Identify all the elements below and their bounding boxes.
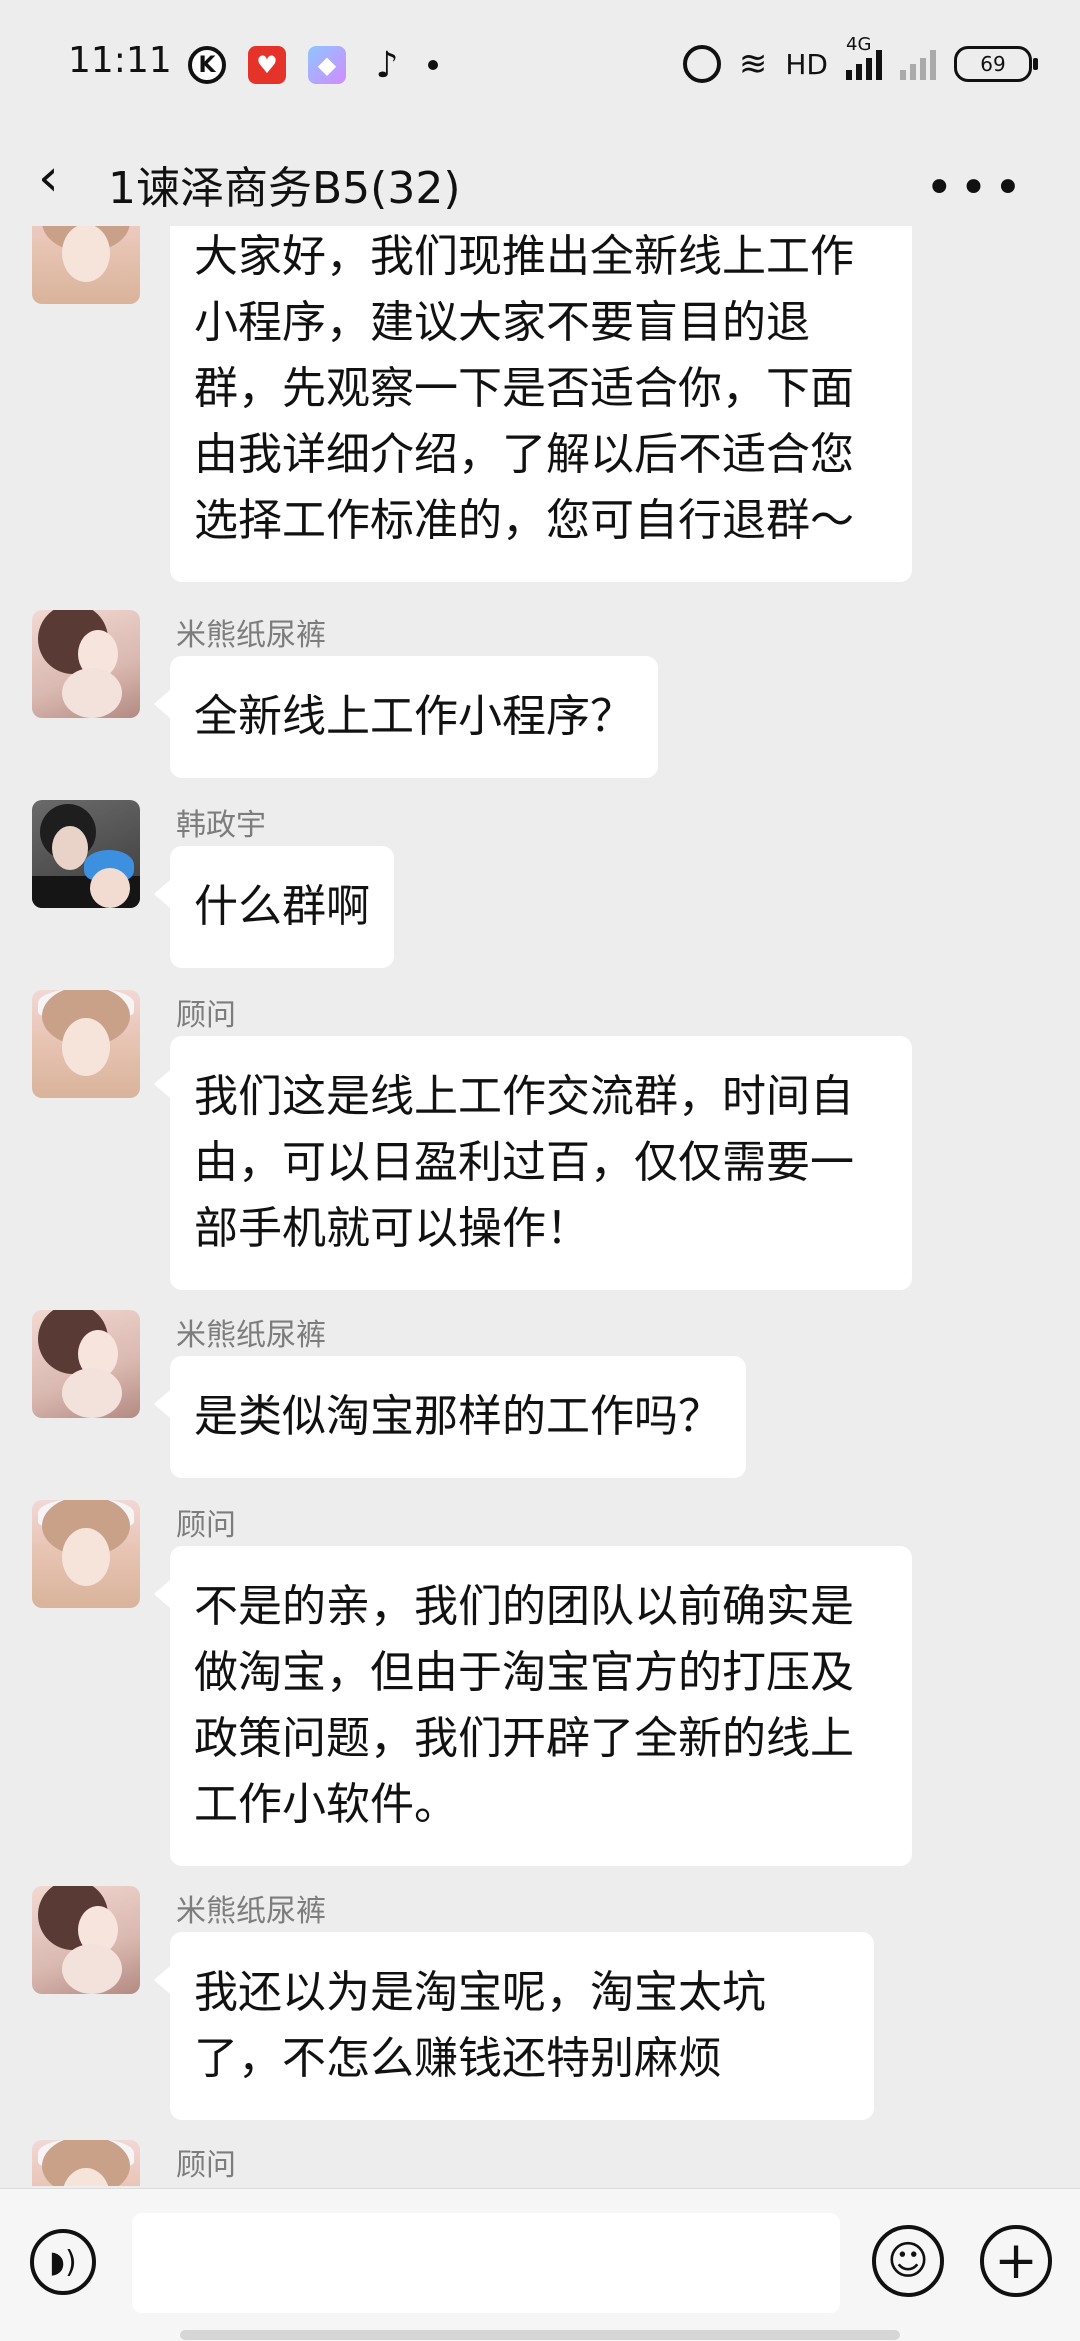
notification-icons: K ♥ ◆ ♪	[188, 44, 438, 86]
wifi-icon: ≋	[738, 44, 768, 84]
avatar[interactable]	[32, 2140, 140, 2186]
message-list[interactable]: 大家好，我们现推出全新线上工作小程序，建议大家不要盲目的退群，先观察一下是否适合…	[0, 226, 1080, 2186]
sender-name: 韩政宇	[176, 808, 266, 843]
sender-name: 米熊纸尿裤	[176, 1894, 326, 1929]
status-time: 11:11	[68, 40, 172, 81]
plus-icon[interactable]: +	[980, 2225, 1052, 2297]
sender-name: 顾问	[176, 1508, 236, 1543]
avatar[interactable]	[32, 1310, 140, 1418]
avatar[interactable]	[32, 990, 140, 1098]
chevron-left-icon[interactable]: ‹	[38, 150, 88, 206]
chat-title: 1谏泽商务B5(32)	[108, 163, 461, 214]
sender-name: 米熊纸尿裤	[176, 1318, 326, 1353]
message-bubble[interactable]: 全新线上工作小程序？	[154, 656, 658, 778]
avatar[interactable]	[32, 610, 140, 718]
sender-name: 顾问	[176, 2148, 236, 2183]
alarm-icon	[682, 45, 721, 83]
emoji-icon[interactable]: ☺	[872, 2225, 944, 2297]
voice-icon[interactable]: ◗)	[30, 2229, 96, 2295]
message-bubble[interactable]: 不是的亲，我们的团队以前确实是做淘宝，但由于淘宝官方的打压及政策问题，我们开辟了…	[154, 1546, 912, 1866]
input-bar: ◗) ☺ +	[0, 2188, 1080, 2341]
status-bar: 11:11 K ♥ ◆ ♪ ≋ HD 4G 69	[0, 0, 1080, 130]
sender-name: 顾问	[176, 998, 236, 1033]
message-bubble[interactable]: 什么群啊	[154, 846, 394, 968]
message-bubble[interactable]: 我们这是线上工作交流群，时间自由，可以日盈利过百，仅仅需要一部手机就可以操作！	[154, 1036, 912, 1290]
more-horizontal-icon[interactable]: •••	[925, 160, 1028, 216]
message-bubble[interactable]: 大家好，我们现推出全新线上工作小程序，建议大家不要盲目的退群，先观察一下是否适合…	[170, 226, 912, 582]
avatar[interactable]	[32, 800, 140, 908]
4g-label: 4G	[846, 34, 872, 55]
sender-name: 米熊纸尿裤	[176, 618, 326, 653]
hd-label: HD	[785, 47, 828, 81]
navigation-handle[interactable]	[180, 2330, 900, 2340]
signal-2-icon	[900, 48, 936, 80]
avatar[interactable]	[32, 1886, 140, 1994]
more-notifications-dot-icon	[428, 60, 438, 70]
avatar[interactable]	[32, 226, 140, 304]
message-bubble[interactable]: 我还以为是淘宝呢，淘宝太坑了，不怎么赚钱还特别麻烦	[154, 1932, 874, 2120]
k-app-icon: K	[188, 46, 226, 84]
battery-level: 69	[980, 52, 1006, 76]
red-app-icon: ♥	[248, 46, 286, 84]
shopping-bag-icon: ◆	[308, 46, 346, 84]
message-input[interactable]	[132, 2213, 840, 2313]
chat-header: ‹ 1谏泽商务B5(32) •••	[0, 130, 1080, 226]
status-right: ≋ HD 4G 69	[682, 34, 1038, 84]
avatar[interactable]	[32, 1500, 140, 1608]
battery-icon: 69	[954, 46, 1038, 82]
message-bubble[interactable]: 是类似淘宝那样的工作吗？	[154, 1356, 746, 1478]
tiktok-icon: ♪	[375, 44, 399, 86]
